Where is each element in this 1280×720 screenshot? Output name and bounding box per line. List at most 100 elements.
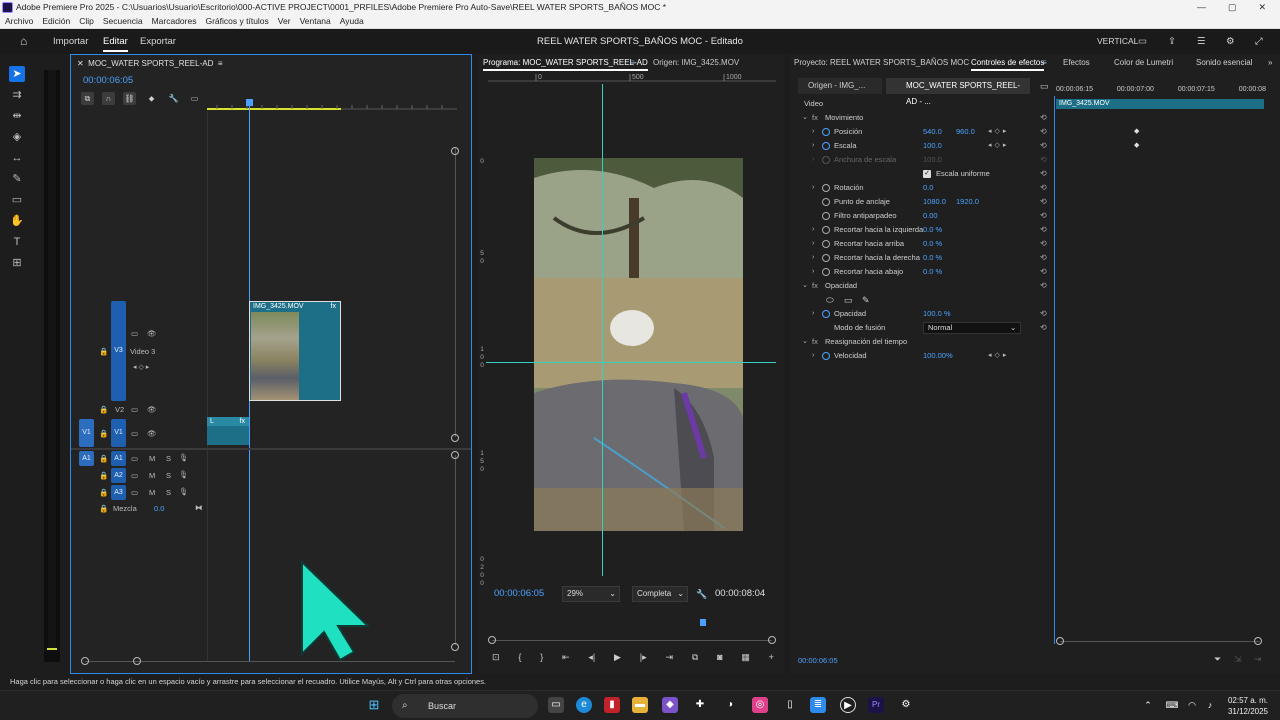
solo-button[interactable]: S <box>166 454 171 463</box>
panel-icon[interactable]: ▭ <box>1138 36 1147 47</box>
auto-select-icon[interactable]: ⊞ <box>9 255 25 271</box>
effect-opacidad[interactable]: ⌄ fx Opacidad ⟲ <box>790 279 1060 293</box>
premiere-taskbar-icon[interactable]: Pr <box>868 697 884 713</box>
quick-menu-icon[interactable]: ☰ <box>1197 36 1206 47</box>
eye-icon[interactable]: 👁 <box>147 429 157 438</box>
type-icon[interactable]: T <box>9 234 25 250</box>
instagram-icon[interactable]: ◎ <box>752 697 768 713</box>
tab-proyecto[interactable]: Proyecto: REEL WATER SPORTS_BAÑOS MOC <box>794 58 969 67</box>
param-recortar-izquierda[interactable]: › Recortar hacia la izquierda 0.0 % ⟲ <box>790 223 1060 237</box>
program-playhead[interactable] <box>700 619 706 626</box>
scroll-handle[interactable] <box>1056 637 1064 645</box>
close-button[interactable]: ✕ <box>1258 0 1266 15</box>
clip-v1[interactable]: Lfx <box>207 417 249 445</box>
more-tabs-icon[interactable]: » <box>1268 58 1272 67</box>
program-menu-icon[interactable]: ≡ <box>630 58 635 67</box>
app-icon[interactable]: ✚ <box>692 697 708 713</box>
timeline-timecode[interactable]: 00:00:06:05 <box>83 75 133 86</box>
add-button-icon[interactable]: + <box>769 652 774 666</box>
rectangle-icon[interactable]: ▭ <box>9 192 25 208</box>
solo-button[interactable]: S <box>166 488 171 497</box>
menu-ayuda[interactable]: Ayuda <box>340 15 364 28</box>
microphone-icon[interactable]: 🎙 <box>179 453 189 462</box>
lock-icon[interactable]: 🔒 <box>99 405 108 414</box>
wrench-icon[interactable]: 🔧 <box>167 92 180 105</box>
eye-icon[interactable]: 👁 <box>147 329 157 338</box>
microphone-icon[interactable]: 🎙 <box>179 470 189 479</box>
menu-ver[interactable]: Ver <box>278 15 291 28</box>
timeline-ruler[interactable] <box>207 99 457 111</box>
edge-icon[interactable]: e <box>576 697 592 713</box>
effect-movimiento[interactable]: ⌄ fx Movimiento ⟲ <box>790 111 1060 125</box>
lock-icon[interactable]: 🔒 <box>99 488 108 497</box>
menu-secuencia[interactable]: Secuencia <box>103 15 143 28</box>
scrub-handle-left[interactable] <box>488 636 496 644</box>
video-scrollbar[interactable] <box>455 147 456 437</box>
sync-lock-icon[interactable]: ▭ <box>131 329 138 338</box>
sync-lock-icon[interactable]: ▭ <box>131 405 138 414</box>
volume-icon[interactable]: ♪ <box>1202 697 1218 713</box>
scroll-handle[interactable] <box>451 434 459 442</box>
menu-archivo[interactable]: Archivo <box>5 15 33 28</box>
video-audio-divider[interactable] <box>71 448 471 450</box>
game-icon[interactable]: ◆ <box>662 697 678 713</box>
nest-icon[interactable]: ⧉ <box>81 92 94 105</box>
param-punto-anclaje[interactable]: Punto de anclaje 1080.0 1920.0 ⟲ <box>790 195 1060 209</box>
lock-icon[interactable]: 🔒 <box>99 471 108 480</box>
export-icon[interactable]: ⇲ <box>1234 654 1242 665</box>
keyframe-diamond[interactable]: ◆ <box>1134 141 1139 149</box>
mark-out-icon[interactable]: } <box>540 652 543 666</box>
mix-end-icon[interactable]: ⧓ <box>195 503 203 512</box>
scroll-handle[interactable] <box>451 643 459 651</box>
menu-graficos[interactable]: Gráficos y títulos <box>205 15 268 28</box>
ellipse-mask-icon[interactable]: ⬭ <box>826 293 834 307</box>
menu-marcadores[interactable]: Marcadores <box>152 15 197 28</box>
param-recortar-abajo[interactable]: › Recortar hacia abajo 0.0 % ⟲ <box>790 265 1060 279</box>
app-icon[interactable]: ◑ <box>722 697 738 713</box>
sync-lock-icon[interactable]: ▭ <box>131 429 138 438</box>
eye-icon[interactable]: 👁 <box>147 405 157 414</box>
captions-icon[interactable]: ▭ <box>188 92 201 105</box>
solo-button[interactable]: S <box>166 471 171 480</box>
microphone-icon[interactable]: 🎙 <box>179 487 189 496</box>
track-a1-target[interactable]: A1 <box>111 451 126 466</box>
pen-icon[interactable]: ✎ <box>9 171 25 187</box>
mark-in-icon[interactable]: { <box>518 652 521 666</box>
timeline-tab[interactable]: ✕ MOC_WATER SPORTS_REEL-AD ≡ <box>77 59 223 68</box>
quality-dropdown[interactable]: Completa ⌄ <box>632 586 688 602</box>
subtab-origen[interactable]: Origen - IMG_... <box>798 78 882 94</box>
keyframe-nav-icon[interactable]: ◂ ◇ ▸ <box>133 363 149 371</box>
menu-edicion[interactable]: Edición <box>42 15 70 28</box>
keyframe-diamond[interactable]: ◆ <box>1134 127 1139 135</box>
export-icon[interactable]: ⇥ <box>1254 654 1262 665</box>
button-editor-icon[interactable]: ▦ <box>741 652 750 666</box>
toggle-timeline-icon[interactable]: ▭ <box>1040 81 1049 92</box>
wifi-icon[interactable]: ◠ <box>1184 697 1200 713</box>
maximize-button[interactable]: ▢ <box>1228 0 1237 15</box>
pen-mask-icon[interactable]: ✎ <box>862 293 870 307</box>
lock-icon[interactable]: 🔒 <box>99 429 108 438</box>
tab-sonido[interactable]: Sonido esencial <box>1196 58 1252 67</box>
zoom-handle-left[interactable] <box>81 657 89 665</box>
menu-clip[interactable]: Clip <box>79 15 94 28</box>
param-escala[interactable]: › Escala 100.0 ◂◇▸ ⟲ <box>790 139 1060 153</box>
taskbar-search[interactable]: ⌕ Buscar <box>392 694 538 718</box>
lock-icon[interactable]: 🔒 <box>99 347 108 356</box>
scrub-handle-right[interactable] <box>768 636 776 644</box>
export-frame-icon[interactable]: ◙ <box>717 652 722 666</box>
scroll-handle[interactable] <box>1254 637 1262 645</box>
tab-controles-efectos[interactable]: Controles de efectos <box>971 58 1045 71</box>
lift-icon[interactable]: ⧉ <box>692 652 698 666</box>
mix-value[interactable]: 0.0 <box>154 504 164 513</box>
param-recortar-derecha[interactable]: › Recortar hacia la derecha 0.0 % ⟲ <box>790 251 1060 265</box>
scroll-handle[interactable] <box>451 451 459 459</box>
app-icon[interactable]: ▯ <box>782 697 798 713</box>
param-modo-fusion[interactable]: Modo de fusión Normal ⌄ ⟲ <box>790 321 1060 335</box>
hand-icon[interactable]: ✋ <box>9 213 25 229</box>
effect-reasignacion[interactable]: ⌄ fx Reasignación del tiempo <box>790 335 1060 349</box>
share-icon[interactable]: ⇪ <box>1168 36 1176 47</box>
source-tab[interactable]: Origen: IMG_3425.MOV <box>653 58 739 67</box>
keyboard-icon[interactable]: ⌨ <box>1164 697 1180 713</box>
chevron-up-icon[interactable]: ⌃ <box>1140 697 1156 713</box>
marker-icon[interactable]: ⬥ <box>145 92 158 105</box>
